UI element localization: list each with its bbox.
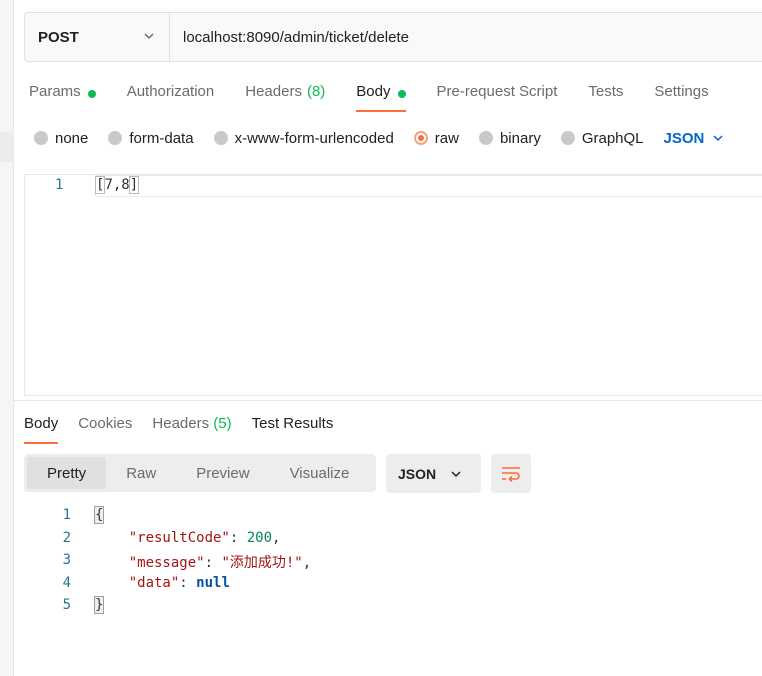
response-body[interactable]: 1 { 2 "resultCode": 200, 3 "message": "添… [24, 505, 762, 665]
chevron-down-icon [451, 470, 461, 477]
tab-settings[interactable]: Settings [654, 80, 708, 112]
tab-pre-request-script[interactable]: Pre-request Script [437, 80, 558, 112]
method-label: POST [38, 28, 79, 46]
pane-divider[interactable] [14, 400, 762, 406]
radio-binary-label: binary [499, 129, 541, 147]
code-line: "data": null [128, 575, 230, 591]
response-tab-cookies[interactable]: Cookies [78, 412, 132, 444]
request-bar: POST localhost:8090/admin/ticket/delete [24, 12, 762, 62]
status-dot [87, 90, 96, 98]
body-format-select[interactable]: JSON [664, 130, 725, 147]
chevron-down-icon [713, 135, 723, 142]
line-number: 1 [62, 507, 71, 523]
mode-preview[interactable]: Preview [176, 457, 269, 489]
radio-graphql[interactable]: GraphQL [560, 129, 644, 147]
code-line: { [93, 506, 105, 524]
radio-none[interactable]: none [34, 130, 88, 147]
response-tab-test-results-label: Test Results [251, 415, 334, 432]
radio-none-label: none [55, 129, 89, 147]
response-tab-test-results[interactable]: Test Results [252, 412, 334, 444]
request-tabs: Params Authorization Headers (8) Body Pr… [29, 80, 740, 112]
mode-raw[interactable]: Raw [106, 457, 176, 489]
radio-binary[interactable]: binary [478, 129, 541, 147]
line-number: 1 [55, 177, 64, 193]
line-number: 5 [62, 597, 71, 613]
body-format-label: JSON [663, 129, 705, 147]
left-gutter [0, 0, 14, 676]
tab-body-label: Body [356, 83, 391, 100]
code-line: "resultCode": 200, [128, 530, 281, 546]
radio-form-data-label: form-data [129, 129, 194, 147]
response-tab-headers[interactable]: Headers (5) [152, 412, 231, 444]
response-tab-headers-label: Headers [152, 415, 210, 432]
response-tab-headers-count: (5) [213, 415, 232, 432]
gutter-marker [0, 132, 14, 162]
array-values: 7,8 [104, 177, 130, 193]
tab-tests-label: Tests [588, 83, 624, 100]
bracket-close: ] [128, 176, 140, 194]
radio-raw-label: raw [434, 129, 459, 147]
radio-graphql-label: GraphQL [581, 129, 644, 147]
radio-urlencoded[interactable]: x-www-form-urlencoded [213, 129, 394, 147]
tab-params[interactable]: Params [29, 80, 96, 112]
tab-pre-request-label: Pre-request Script [436, 83, 558, 100]
current-line-highlight [95, 175, 762, 197]
brace-open: { [93, 506, 105, 524]
response-format-select[interactable]: JSON [386, 454, 481, 493]
line-number: 2 [62, 530, 71, 546]
radio-raw[interactable]: raw [413, 129, 459, 147]
radio-urlencoded-label: x-www-form-urlencoded [234, 129, 394, 147]
line-number: 4 [62, 575, 71, 591]
tab-authorization[interactable]: Authorization [127, 80, 215, 112]
request-body-editor[interactable]: 1 [7,8] [24, 174, 762, 396]
radio-circle-icon [213, 131, 228, 145]
code-line: "message": "添加成功!", [128, 555, 312, 571]
radio-circle-icon [108, 131, 123, 145]
radio-selected-icon [413, 131, 428, 145]
tab-tests[interactable]: Tests [588, 80, 623, 112]
radio-circle-icon [34, 131, 48, 145]
mode-visualize[interactable]: Visualize [270, 457, 370, 489]
response-tab-cookies-label: Cookies [78, 415, 133, 432]
mode-pretty[interactable]: Pretty [27, 457, 107, 489]
tab-headers-count: (8) [306, 83, 326, 100]
tab-params-label: Params [29, 83, 81, 100]
url-input[interactable]: localhost:8090/admin/ticket/delete [170, 13, 409, 61]
url-text: localhost:8090/admin/ticket/delete [183, 28, 409, 46]
wrap-lines-icon [502, 466, 520, 482]
json-key: "resultCode" [128, 530, 230, 546]
body-type-options: none form-data x-www-form-urlencoded raw… [34, 127, 724, 149]
json-key: "message" [128, 555, 205, 571]
wrap-lines-button[interactable] [491, 454, 531, 493]
json-value: null [196, 575, 230, 591]
method-select[interactable]: POST [25, 13, 170, 61]
tab-settings-label: Settings [654, 83, 709, 100]
response-tab-body-label: Body [24, 415, 59, 432]
tab-headers[interactable]: Headers (8) [245, 80, 325, 112]
radio-form-data[interactable]: form-data [108, 129, 194, 147]
tab-headers-label: Headers [245, 83, 302, 100]
response-format-label: JSON [398, 465, 437, 482]
chevron-down-icon [144, 33, 154, 40]
tab-body[interactable]: Body [356, 80, 406, 112]
tab-authorization-label: Authorization [126, 83, 215, 100]
brace-close: } [93, 596, 105, 614]
radio-circle-icon [478, 131, 493, 145]
line-number: 3 [62, 552, 71, 568]
view-mode-toggle: Pretty Raw Preview Visualize [24, 454, 376, 492]
code-line: [7,8] [94, 176, 140, 194]
json-value: 200 [246, 530, 273, 546]
radio-circle-icon [560, 131, 575, 145]
code-line: } [93, 596, 105, 614]
json-value: "添加成功!" [221, 555, 303, 571]
response-tabs: Body Cookies Headers (5) Test Results [24, 412, 353, 444]
json-key: "data" [128, 575, 180, 591]
status-dot [397, 90, 406, 98]
response-tab-body[interactable]: Body [24, 412, 59, 444]
